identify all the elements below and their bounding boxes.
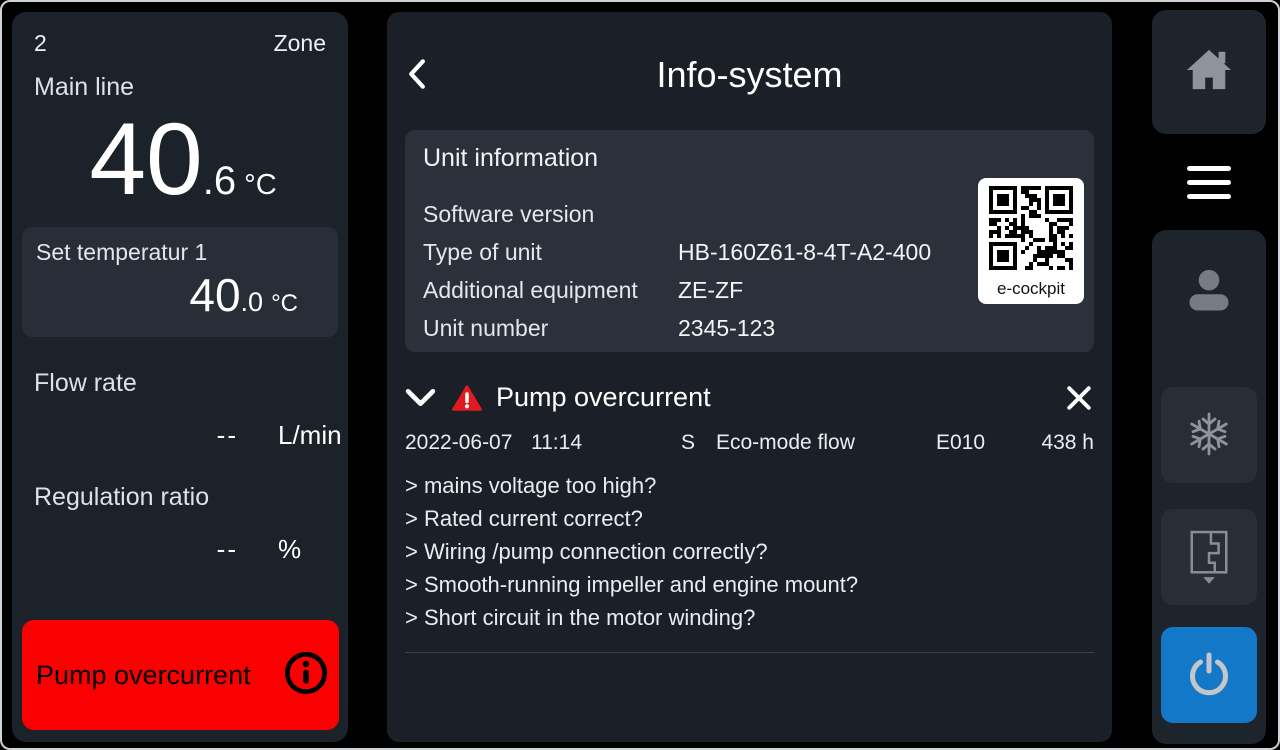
regulation-ratio-row: -- % (12, 534, 348, 565)
hamburger-menu-icon (1187, 166, 1231, 199)
row-value: HB-160Z61-8-4T-A2-400 (678, 233, 931, 271)
main-temp-unit: °C (244, 169, 277, 202)
row-label: Additional equipment (423, 271, 678, 309)
set-temp-unit: °C (271, 290, 298, 318)
mold-contour-icon (1186, 528, 1232, 587)
alarm-title: Pump overcurrent (496, 382, 711, 413)
qr-label: e-cockpit (997, 279, 1065, 299)
info-row-unit-number: Unit number 2345-123 (423, 309, 1076, 347)
power-button[interactable] (1161, 627, 1257, 723)
qr-code (987, 184, 1075, 277)
power-icon (1185, 650, 1233, 701)
alarm-banner[interactable]: Pump overcurrent (22, 620, 339, 730)
alarm-mode: Eco-mode flow (716, 431, 936, 455)
info-icon[interactable] (283, 650, 329, 701)
e-cockpit-qr-card[interactable]: e-cockpit (978, 178, 1084, 304)
page-title: Info-system (387, 12, 1112, 96)
alarm-detail-row: 2022-06-07 11:14 S Eco-mode flow E010 43… (405, 431, 1094, 455)
main-line-label: Main line (34, 73, 348, 102)
alarm-section: Pump overcurrent 2022-06-07 11:14 S Eco-… (387, 382, 1112, 653)
row-value: ZE-ZF (678, 271, 743, 309)
mold-contour-button[interactable] (1161, 509, 1257, 605)
unit-information-card: Unit information Software version Type o… (405, 130, 1094, 352)
sidebar-item-menu-active[interactable] (1152, 134, 1266, 230)
flow-rate-unit: L/min (278, 420, 344, 451)
alarm-flag: S (681, 431, 716, 455)
flow-rate-row: -- L/min (12, 420, 348, 451)
alarm-check-item: > Short circuit in the motor winding? (405, 601, 1094, 634)
row-label: Software version (423, 195, 678, 233)
unit-information-heading: Unit information (423, 144, 1076, 173)
regulation-ratio-label: Regulation ratio (34, 483, 348, 512)
sidebar-item-user[interactable] (1183, 266, 1235, 321)
snowflake-icon (1185, 410, 1233, 461)
hmi-screen: 2 Zone Main line 40 .6 °C Set temperatur… (0, 0, 1280, 750)
row-value: 2345-123 (678, 309, 775, 347)
row-label: Type of unit (423, 233, 678, 271)
main-temp-integer: 40 (89, 106, 202, 213)
alarm-operating-hours: 438 h (1041, 431, 1094, 455)
chevron-down-icon[interactable] (405, 388, 436, 407)
sidebar-nav (1152, 10, 1266, 744)
alarm-check-item: > mains voltage too high? (405, 469, 1094, 502)
main-temperature: 40 .6 °C (12, 106, 348, 213)
row-label: Unit number (423, 309, 678, 347)
section-divider (405, 652, 1094, 653)
home-icon (1186, 48, 1232, 97)
info-system-panel: Info-system Unit information Software ve… (387, 12, 1112, 742)
user-icon (1183, 266, 1235, 321)
zone-number: 2 (34, 30, 47, 57)
main-temp-decimal: .6 (203, 159, 236, 204)
alarm-time: 11:14 (531, 431, 681, 455)
zone-label: Zone (274, 30, 326, 57)
alarm-banner-label: Pump overcurrent (36, 660, 251, 691)
sidebar-lower-section (1152, 230, 1266, 744)
alarm-entry-header: Pump overcurrent (405, 382, 1094, 413)
back-button[interactable] (407, 56, 441, 96)
info-system-header: Info-system (387, 12, 1112, 120)
alarm-check-item: > Rated current correct? (405, 502, 1094, 535)
alarm-check-item: > Wiring /pump connection correctly? (405, 535, 1094, 568)
flow-rate-label: Flow rate (34, 369, 348, 398)
set-temp-decimal: .0 (241, 287, 264, 318)
set-temp-integer: 40 (189, 268, 240, 322)
zone-header: 2 Zone (12, 12, 348, 57)
regulation-ratio-unit: % (278, 534, 344, 565)
alarm-error-code: E010 (936, 431, 1041, 455)
regulation-ratio-value: -- (217, 534, 238, 565)
chevron-left-icon (407, 58, 426, 95)
zone-panel: 2 Zone Main line 40 .6 °C Set temperatur… (12, 12, 348, 742)
set-temperature-label: Set temperatur 1 (36, 239, 324, 266)
alarm-date: 2022-06-07 (405, 431, 531, 455)
flow-rate-value: -- (217, 420, 238, 451)
set-temperature-value: 40 .0 °C (36, 268, 324, 322)
close-icon[interactable] (1064, 383, 1094, 413)
sidebar-item-home[interactable] (1152, 10, 1266, 134)
cooling-button[interactable] (1161, 387, 1257, 483)
set-temperature-card[interactable]: Set temperatur 1 40 .0 °C (22, 227, 338, 337)
alarm-check-item: > Smooth-running impeller and engine mou… (405, 568, 1094, 601)
alarm-check-list: > mains voltage too high? > Rated curren… (405, 469, 1094, 634)
warning-triangle-icon (452, 384, 482, 412)
